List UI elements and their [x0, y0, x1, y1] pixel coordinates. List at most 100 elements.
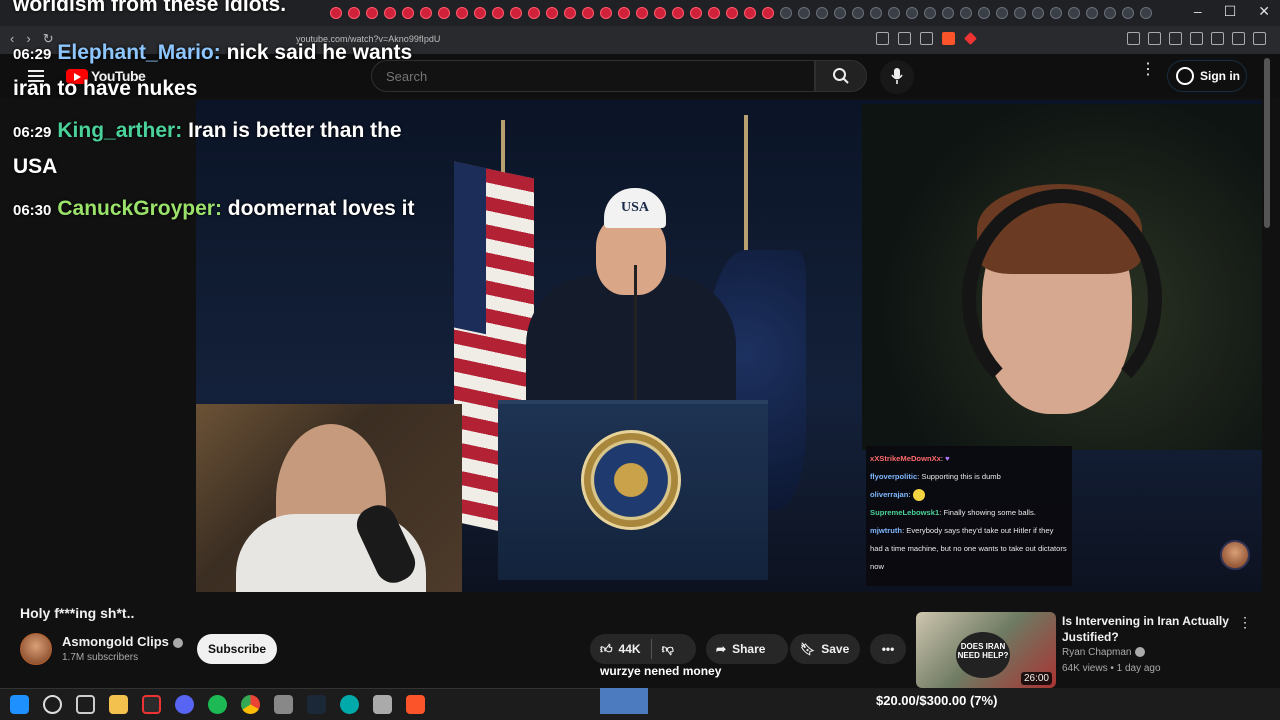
browser-tab[interactable] [402, 7, 414, 19]
file-explorer-icon[interactable] [109, 695, 128, 714]
browser-tab[interactable] [834, 7, 846, 19]
save-button[interactable]: 🔖︎ Save [790, 634, 860, 664]
donation-goal-label: $20.00/$300.00 (7%) [876, 693, 998, 708]
browser-tab[interactable] [1068, 7, 1080, 19]
vpn-icon[interactable] [1232, 32, 1245, 45]
subscribe-button[interactable]: Subscribe [197, 634, 277, 664]
browser-tab[interactable] [942, 7, 954, 19]
browser-tab[interactable] [1104, 7, 1116, 19]
channel-name[interactable]: Asmongold Clips [62, 634, 183, 649]
webcam-left [196, 404, 462, 592]
chrome-icon[interactable] [241, 695, 260, 714]
search-icon[interactable] [43, 695, 62, 714]
browser-tab[interactable] [510, 7, 522, 19]
app-icon[interactable] [274, 695, 293, 714]
browser-tab[interactable] [366, 7, 378, 19]
media-icon[interactable] [1169, 32, 1182, 45]
browser-tab[interactable] [420, 7, 432, 19]
browser-tab[interactable] [870, 7, 882, 19]
browser-tab[interactable] [798, 7, 810, 19]
spotify-icon[interactable] [208, 695, 227, 714]
obs-icon[interactable] [142, 695, 161, 714]
floating-avatar[interactable] [1220, 540, 1250, 570]
browser-tab[interactable] [474, 7, 486, 19]
browser-tab[interactable] [528, 7, 540, 19]
zoom-icon[interactable] [876, 32, 889, 45]
reading-list-icon[interactable] [1148, 32, 1161, 45]
account-icon [1176, 67, 1194, 85]
search-button[interactable] [815, 60, 867, 92]
browser-tab[interactable] [672, 7, 684, 19]
recommended-channel[interactable]: Ryan Chapman [1062, 647, 1146, 658]
recommended-thumbnail[interactable]: DOES IRAN NEED HELP? 26:00 [916, 612, 1056, 688]
bookmark-icon[interactable] [1211, 32, 1224, 45]
browser-tab[interactable] [762, 7, 774, 19]
browser-tab[interactable] [978, 7, 990, 19]
edge-icon[interactable] [340, 695, 359, 714]
browser-tab[interactable] [1032, 7, 1044, 19]
browser-tab[interactable] [744, 7, 756, 19]
extensions-icon[interactable] [1127, 32, 1140, 45]
brave-rewards-icon[interactable] [964, 32, 977, 45]
app-icon[interactable] [373, 695, 392, 714]
browser-tab[interactable] [492, 7, 504, 19]
thumbs-down-icon[interactable]: 👎︎ [662, 642, 674, 657]
browser-tab[interactable] [924, 7, 936, 19]
browser-tab[interactable] [348, 7, 360, 19]
browser-tab[interactable] [726, 7, 738, 19]
browser-tab[interactable] [816, 7, 828, 19]
browser-tab[interactable] [1086, 7, 1098, 19]
browser-tab[interactable] [600, 7, 612, 19]
browser-tab[interactable] [1122, 7, 1134, 19]
browser-tab[interactable] [690, 7, 702, 19]
browser-tab[interactable] [960, 7, 972, 19]
browser-tab[interactable] [852, 7, 864, 19]
window-controls: – ☐ ✕ [1194, 3, 1270, 20]
maximize-button[interactable]: ☐ [1224, 3, 1237, 20]
browser-tab[interactable] [780, 7, 792, 19]
brave-shields-icon[interactable] [942, 32, 955, 45]
like-button[interactable]: 👍︎ 44K [600, 642, 641, 657]
close-window-button[interactable]: ✕ [1258, 3, 1270, 20]
chat-line: xXStrikeMeDownXx: ♥ [870, 454, 950, 463]
sidebar-icon[interactable] [1190, 32, 1203, 45]
browser-tab[interactable] [330, 7, 342, 19]
browser-tab[interactable] [618, 7, 630, 19]
browser-tab[interactable] [384, 7, 396, 19]
browser-tab[interactable] [708, 7, 720, 19]
page-scrollbar[interactable] [1264, 58, 1270, 688]
browser-tab[interactable] [888, 7, 900, 19]
browser-tab[interactable] [906, 7, 918, 19]
cast-icon[interactable] [898, 32, 911, 45]
browser-tab[interactable] [636, 7, 648, 19]
recommended-menu-icon[interactable]: ⋮ [1238, 614, 1252, 631]
browser-tab[interactable] [1050, 7, 1062, 19]
recommended-title[interactable]: Is Intervening in Iran Actually Justifie… [1062, 613, 1232, 645]
windows-start-icon[interactable] [10, 695, 29, 714]
browser-tab[interactable] [546, 7, 558, 19]
browser-tab[interactable] [996, 7, 1008, 19]
share-button[interactable]: ➦ Share [706, 634, 788, 664]
browser-tab[interactable] [456, 7, 468, 19]
sign-in-button[interactable]: Sign in [1167, 60, 1247, 92]
minimize-button[interactable]: – [1194, 3, 1202, 20]
browser-tab[interactable] [1140, 7, 1152, 19]
task-view-icon[interactable] [76, 695, 95, 714]
discord-icon[interactable] [175, 695, 194, 714]
search-input[interactable] [372, 61, 814, 91]
steam-icon[interactable] [307, 695, 326, 714]
settings-kebab-icon[interactable]: ⋮ [1140, 62, 1156, 78]
share-page-icon[interactable] [920, 32, 933, 45]
channel-avatar[interactable] [20, 633, 52, 665]
browser-tab[interactable] [1014, 7, 1026, 19]
voice-search-button[interactable] [880, 60, 914, 94]
browser-menu-icon[interactable] [1253, 32, 1266, 45]
more-actions-button[interactable]: ••• [870, 634, 906, 664]
browser-tab[interactable] [654, 7, 666, 19]
presidential-seal-icon [581, 430, 681, 530]
chat-username: CanuckGroyper [57, 197, 215, 220]
browser-tab[interactable] [582, 7, 594, 19]
browser-tab[interactable] [438, 7, 450, 19]
brave-icon[interactable] [406, 695, 425, 714]
browser-tab[interactable] [564, 7, 576, 19]
